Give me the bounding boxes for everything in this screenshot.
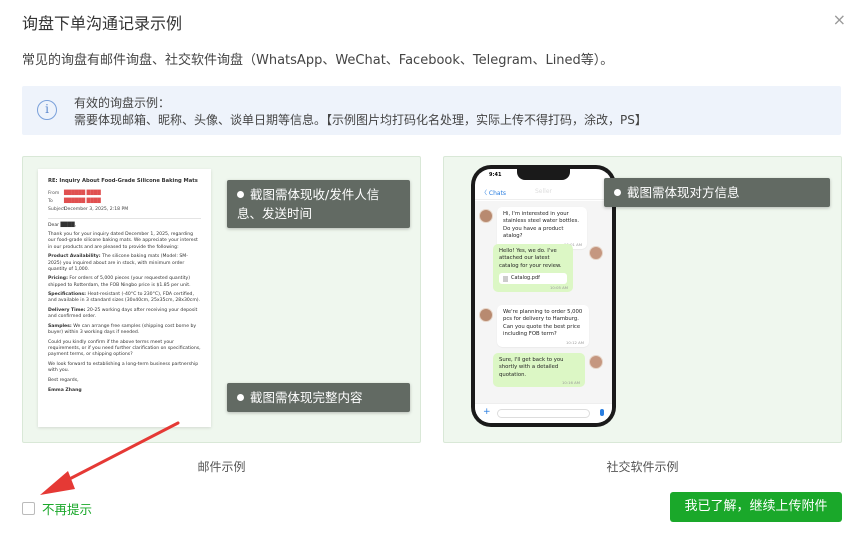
info-banner: i 有效的询盘示例： 需要体现邮箱、昵称、头像、谈单日期等信息。【示例图片均打码… xyxy=(22,86,841,135)
social-example-panel: 9:41 〈 Chats Seller Hi, I'm interested i… xyxy=(443,156,842,443)
callout-text: 截图需体现对方信息 xyxy=(627,185,740,200)
email-date-label: Subject xyxy=(48,207,66,213)
chat-input-bar: + xyxy=(475,403,612,423)
info-line-1: 有效的询盘示例： xyxy=(74,96,171,110)
chat-message: We're planning to order 5,000 pcs for de… xyxy=(497,305,589,347)
dont-show-again[interactable]: 不再提示 xyxy=(22,499,92,518)
email-para-head: Samples: xyxy=(48,324,72,330)
email-para-body: For orders of 5,000 pieces (your request… xyxy=(48,276,191,288)
callout-dot-icon xyxy=(237,191,244,198)
email-from-value: ██████ ████ xyxy=(64,191,101,197)
email-subject: RE: Inquiry About Food-Grade Silicone Ba… xyxy=(48,178,198,184)
buyer-avatar xyxy=(479,308,493,322)
chat-input-field xyxy=(497,409,590,418)
confirm-continue-upload-button[interactable]: 我已了解，继续上传附件 xyxy=(670,492,842,522)
chat-attachment-name: Catalog.pdf xyxy=(511,275,540,282)
email-para-samples: Samples: We can arrange free samples (sh… xyxy=(48,324,201,336)
email-signoff: Best regards, xyxy=(48,377,79,383)
chat-message-text: Hi, I'm interested in your stainless ste… xyxy=(503,211,580,240)
email-signature: Emma Zhang xyxy=(48,387,82,393)
email-para-pricing: Pricing: For orders of 5,000 pieces (you… xyxy=(48,276,201,288)
phone-screen: 9:41 〈 Chats Seller Hi, I'm interested i… xyxy=(475,169,612,423)
plus-icon: + xyxy=(483,407,491,417)
phone-time: 9:41 xyxy=(489,172,502,178)
callout-dot-icon xyxy=(614,189,621,196)
chat-message-time: 10:05 AM xyxy=(549,285,568,291)
email-para-head: Delivery Time: xyxy=(48,308,86,314)
email-para-specs: Specifications: Heat-resistant (-40°C to… xyxy=(48,292,201,304)
email-example-caption: 邮件示例 xyxy=(197,460,246,474)
dialog-subtitle: 常见的询盘有邮件询盘、社交软件询盘（WhatsApp、WeChat、Facebo… xyxy=(22,53,614,68)
chat-message: Sure, I'll get back to you shortly with … xyxy=(493,353,585,388)
dont-show-label[interactable]: 不再提示 xyxy=(42,499,92,518)
callout-full-content: 截图需体现完整内容 xyxy=(227,383,410,412)
phone-notch xyxy=(517,169,570,180)
chat-contact-name: Seller xyxy=(535,188,552,195)
info-icon: i xyxy=(37,100,57,120)
dont-show-checkbox[interactable] xyxy=(22,502,35,515)
seller-avatar xyxy=(589,246,603,260)
email-para-head: Product Availability: xyxy=(48,254,101,260)
email-example-panel: RE: Inquiry About Food-Grade Silicone Ba… xyxy=(22,156,421,443)
chat-message-time: 10:12 AM xyxy=(565,339,584,345)
callout-contact-info: 截图需体现对方信息 xyxy=(604,178,830,207)
dialog-title: 询盘下单沟通记录示例 xyxy=(22,14,183,33)
email-para-delivery: Delivery Time: 20-25 working days after … xyxy=(48,308,201,320)
chat-attachment: Catalog.pdf xyxy=(499,273,567,285)
seller-avatar xyxy=(589,355,603,369)
email-to-label: To xyxy=(48,199,53,205)
chat-message-time: 10:16 AM xyxy=(561,380,580,386)
chat-message: Hi, I'm interested in your stainless ste… xyxy=(497,207,587,249)
callout-text: 截图需体现完整内容 xyxy=(250,390,363,405)
social-example-caption: 社交软件示例 xyxy=(606,460,679,474)
file-icon xyxy=(503,275,508,282)
email-para-closing: We look forward to establishing a long-t… xyxy=(48,361,199,374)
email-from-label: From xyxy=(48,191,60,197)
callout-dot-icon xyxy=(237,394,244,401)
email-intro: Thank you for your inquiry dated Decembe… xyxy=(48,232,198,250)
buyer-avatar xyxy=(479,209,493,223)
email-to-value: ██████ ████ xyxy=(64,199,101,205)
callout-sender-info: 截图需体现收/发件人信息、发送时间 xyxy=(227,180,410,228)
email-greeting: Dear ████, xyxy=(48,222,77,228)
email-para-head: Pricing: xyxy=(48,276,68,282)
email-date-value: December 3, 2025, 2:18 PM xyxy=(64,207,129,213)
email-para-confirm: Could you kindly confirm if the above te… xyxy=(48,339,201,358)
callout-text: 截图需体现收/发件人信息、发送时间 xyxy=(237,187,380,221)
mic-icon xyxy=(600,409,604,416)
chat-message: Hello! Yes, we do. I've attached our lat… xyxy=(493,244,573,293)
phone-mockup: 9:41 〈 Chats Seller Hi, I'm interested i… xyxy=(471,165,616,427)
chat-header: 〈 Chats Seller xyxy=(475,184,612,200)
email-screenshot: RE: Inquiry About Food-Grade Silicone Ba… xyxy=(38,169,211,427)
email-para-head: Specifications: xyxy=(48,292,87,298)
info-line-2: 需要体现邮箱、昵称、头像、谈单日期等信息。【示例图片均打码化名处理，实际上传不得… xyxy=(74,113,647,127)
chat-message-text: Sure, I'll get back to you shortly with … xyxy=(499,357,564,378)
email-para-availability: Product Availability: The silicone bakin… xyxy=(48,254,201,273)
chat-body: Hi, I'm interested in your stainless ste… xyxy=(475,201,612,403)
chat-message-text: We're planning to order 5,000 pcs for de… xyxy=(503,309,583,338)
close-icon[interactable]: × xyxy=(833,10,846,29)
chat-message-text: Hello! Yes, we do. I've attached our lat… xyxy=(499,248,562,269)
